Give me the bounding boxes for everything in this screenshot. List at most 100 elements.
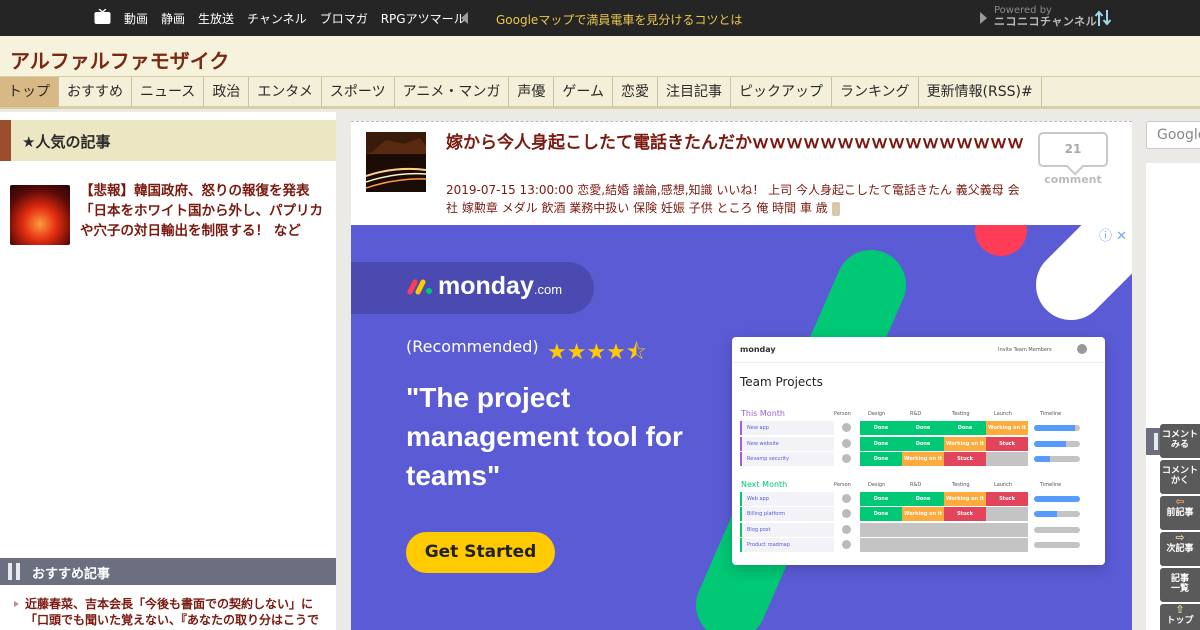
status-cell: Done [944, 421, 986, 435]
next-news-arrow-icon[interactable] [980, 12, 987, 24]
brand-name: monday [438, 272, 534, 300]
popular-article-thumbnail[interactable] [10, 185, 70, 245]
niconico-topbar: 動画 静画 生放送 チャンネル ブロマガ RPGアツマール Googleマップで… [0, 0, 1200, 36]
recommended-article-link[interactable]: 近藤春菜、吉本会長「今後も書面での契約しない」に「口頭でも聞いた覚えない、『あな… [25, 596, 331, 628]
column-header: Testing [952, 481, 970, 488]
tab-recommended[interactable]: おすすめ [59, 77, 132, 107]
tab-anime-manga[interactable]: アニメ・マンガ [395, 77, 510, 107]
timeline-bar [1034, 495, 1080, 502]
left-arrow-icon: ⇦ [1175, 495, 1185, 508]
service-link[interactable]: RPGアツマール [381, 10, 466, 27]
service-link[interactable]: 動画 [124, 10, 148, 27]
tab-news[interactable]: ニュース [132, 77, 205, 107]
google-search-input[interactable]: Google [1146, 121, 1200, 149]
board-row: New app Done Done Done Working on it [740, 421, 1095, 435]
tab-game[interactable]: ゲーム [554, 77, 613, 107]
tab-top[interactable]: トップ [0, 77, 59, 107]
monday-logo: monday.com [407, 272, 562, 301]
recommended-articles-heading: おすすめ記事 [0, 558, 336, 585]
row-label: Web app [740, 491, 834, 506]
status-cell: Stuck [986, 491, 1028, 506]
person-avatar [842, 509, 851, 518]
tool-label: 記事 一覧 [1170, 574, 1189, 594]
tag-more-chip[interactable] [831, 201, 840, 216]
person-avatar [842, 438, 851, 448]
tab-entertainment[interactable]: エンタメ [249, 77, 322, 107]
prev-article-button[interactable]: ⇦ 前記事 [1160, 496, 1200, 530]
timeline-bar [1034, 526, 1080, 533]
article-thumbnail[interactable] [366, 132, 426, 192]
tab-ranking[interactable]: ランキング [832, 77, 919, 107]
timeline-bar [1034, 440, 1080, 447]
status-cell: Stuck [986, 436, 1028, 451]
status-cell: Stuck [944, 452, 986, 466]
tab-featured[interactable]: 注目記事 [658, 77, 731, 107]
right-heading-tab [1146, 428, 1160, 455]
view-comments-button[interactable]: コメント みる [1160, 424, 1200, 458]
status-cell [986, 452, 1028, 466]
board-row: Billing platform Done Working on it Stuck [740, 507, 1095, 521]
tool-label: コメント みる [1161, 430, 1198, 450]
mock-logo: monday [740, 345, 776, 354]
tab-rss[interactable]: 更新情報(RSS)# [919, 77, 1042, 107]
service-link[interactable]: 静画 [161, 10, 185, 27]
headline-ticker-link[interactable]: Googleマップで満員電車を見分けるコツとは [496, 11, 742, 28]
tab-pickup[interactable]: ピックアップ [731, 77, 832, 107]
board-row: Product roadmap [740, 538, 1095, 552]
sort-arrows-icon[interactable] [1094, 9, 1112, 27]
tab-sports[interactable]: スポーツ [322, 77, 395, 107]
service-link[interactable]: チャンネル [247, 10, 307, 27]
popular-article-link[interactable]: 【悲報】韓国政府、怒りの報復を発表「日本をホワイト国から外し、パプリカや穴子の対… [80, 181, 332, 241]
article-meta: 2019-07-15 13:00:00 恋愛,結婚 議論,感想,知識 いいね！ … [446, 181, 1026, 217]
adchoices-icon[interactable]: ⓘ ✕ [1096, 225, 1129, 244]
ad-headline: "The project management tool for teams" [406, 382, 683, 491]
mock-invite: Invite Team Members [998, 347, 1052, 353]
powered-by-logo[interactable]: Powered by ニコニコチャンネル [994, 5, 1097, 27]
status-cell [986, 507, 1028, 521]
status-cell: Working on it [902, 507, 944, 521]
row-label: Billing platform [740, 507, 834, 521]
status-cell: Working on it [944, 436, 986, 451]
status-cell: Done [860, 452, 902, 466]
status-cell: Working on it [902, 452, 944, 466]
back-to-top-button[interactable]: ⇧ トップ [1160, 604, 1200, 630]
floating-toolbar: コメント みる コメント かく ⇦ 前記事 ⇨ 次記事 記事 一覧 ⇧ トップ [1160, 420, 1200, 630]
tab-politics[interactable]: 政治 [204, 77, 250, 107]
column-header: R&D [910, 481, 922, 488]
monday-logo-icon [407, 273, 434, 295]
article-tags[interactable]: 2019-07-15 13:00:00 恋愛,結婚 議論,感想,知識 いいね！ … [446, 183, 1020, 215]
monday-ad-banner[interactable]: monday.com (Recommended) ★★★★⯪ "The proj… [351, 225, 1132, 630]
get-started-button[interactable]: Get Started [406, 532, 555, 573]
article-list-button[interactable]: 記事 一覧 [1160, 568, 1200, 602]
site-title[interactable]: アルファルファモザイク [10, 45, 229, 74]
row-label: Blog post [740, 522, 834, 537]
column-header: Design [868, 481, 886, 488]
column-header: Design [868, 411, 886, 417]
left-sidebar: ★人気の記事 【悲報】韓国政府、怒りの報復を発表「日本をホワイト国から外し、パプ… [0, 112, 336, 630]
tv-icon[interactable] [94, 9, 111, 24]
row-label: New website [740, 436, 834, 451]
status-cell: Done [860, 436, 902, 451]
row-label: Product roadmap [740, 538, 834, 552]
status-cell [986, 538, 1028, 552]
person-avatar [842, 454, 851, 463]
service-link[interactable]: ブロマガ [320, 10, 368, 27]
tool-label: コメント かく [1161, 466, 1198, 486]
next-article-button[interactable]: ⇨ 次記事 [1160, 532, 1200, 566]
up-arrow-icon: ⇧ [1175, 603, 1185, 616]
status-cell [860, 538, 902, 552]
tab-romance[interactable]: 恋愛 [613, 77, 658, 107]
status-cell: Working on it [986, 421, 1028, 435]
status-cell [944, 522, 986, 537]
article-title-link[interactable]: 嫁から今人身起こしたて電話きたんだかｗｗｗｗｗｗｗｗｗｗｗｗｗｗｗｗ [446, 132, 1026, 155]
prev-news-arrow-icon[interactable] [461, 12, 468, 24]
timeline-bar [1034, 542, 1080, 548]
tool-label: 前記事 [1166, 508, 1194, 518]
star-rating: ★★★★⯪ [547, 340, 647, 365]
write-comment-button[interactable]: コメント かく [1160, 460, 1200, 494]
group-name: Next Month [741, 479, 788, 489]
comment-count-bubble[interactable]: 21 [1038, 132, 1108, 167]
service-link[interactable]: 生放送 [198, 10, 234, 27]
tab-voice-actor[interactable]: 声優 [509, 77, 555, 107]
row-label: New app [740, 421, 834, 435]
